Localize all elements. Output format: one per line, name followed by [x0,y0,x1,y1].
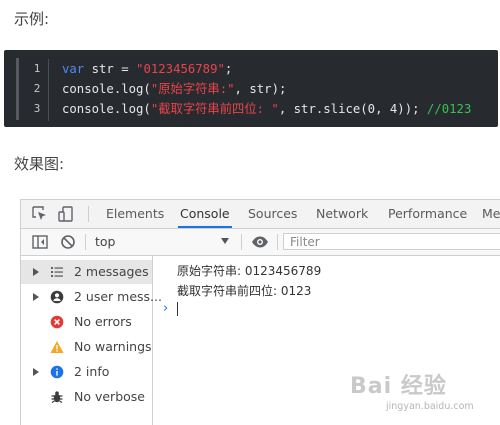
inspect-element-icon[interactable] [31,205,49,223]
error-icon [50,315,64,329]
line-number: 3 [33,102,41,115]
clear-console-icon[interactable] [59,233,77,251]
expand-arrow-icon[interactable] [33,268,39,276]
sidebar-item-info[interactable]: 2 info [21,360,152,384]
result-heading: 效果图: [14,155,65,173]
line-number: 2 [33,82,41,95]
tab-elements[interactable]: Elements [106,200,164,228]
toolbar-divider [241,234,242,250]
watermark-logo: Bai 经验 [350,374,447,399]
sidebar-item-label: 2 messages [74,264,149,279]
line-number: 1 [33,62,41,75]
line-numbers: 1 2 3 [26,59,49,121]
sidebar-item-label: 2 user mess... [74,289,162,304]
info-icon [50,365,64,379]
sidebar-item-messages[interactable]: 2 messages [21,260,152,284]
code-text: str = [84,62,137,76]
console-message: 截取字符串前四位: 0123 [177,284,312,298]
code-text: , str.slice(0, 4)); [278,102,427,116]
sidebar-item-label: No warnings [74,339,152,354]
code-comment: //0123 [426,102,472,116]
expand-arrow-icon[interactable] [33,368,39,376]
sidebar-toggle-icon[interactable] [31,233,49,251]
chevron-down-icon[interactable] [221,238,229,244]
sidebar-item-label: 2 info [74,364,110,379]
code-text: ; [224,62,233,76]
user-icon [50,290,64,304]
console-sidebar: 2 messages 2 user mess... No errors No w [21,256,162,425]
devtools-tabbar: Elements Console Sources Network Perform… [21,200,500,229]
bug-icon [51,391,63,404]
code-text: console.log( [62,82,151,96]
sidebar-item-user-messages[interactable]: 2 user mess... [21,285,162,309]
code-text: console.log( [62,102,151,116]
code-block: 1 2 3 var str = "0123456789"; console.lo… [4,50,498,127]
warning-icon [50,341,64,353]
toolbar-divider [85,234,86,250]
watermark-url: jingyan.baidu.com [386,401,474,412]
tab-performance[interactable]: Performance [388,200,467,228]
filter-input[interactable]: Filter [283,233,500,250]
list-icon [51,267,63,277]
code-line-1: var str = "0123456789"; [62,59,471,79]
sidebar-item-label: No errors [74,314,132,329]
watermark: Bai 经验 jingyan.baidu.com [350,368,474,412]
console-toolbar: top Filter [21,229,500,256]
eye-icon[interactable] [251,233,269,251]
sidebar-item-label: No verbose [74,389,145,404]
string-literal: "0123456789" [136,62,225,76]
sidebar-item-errors[interactable]: No errors [21,310,152,334]
keyword: var [62,62,85,76]
tab-console[interactable]: Console [178,200,232,228]
toolbar-divider [277,234,278,250]
tab-network[interactable]: Network [316,200,368,228]
console-output: 原始字符串: 0123456789 截取字符串前四位: 0123 › [153,256,500,425]
expand-arrow-icon[interactable] [33,293,39,301]
console-input[interactable] [177,302,178,316]
context-selector[interactable]: top [95,229,115,255]
device-toolbar-icon[interactable] [57,205,75,223]
code-line-3: console.log("截取字符串前四位: ", str.slice(0, 4… [62,99,471,119]
prompt-chevron-icon: › [163,301,169,316]
string-literal: "截取字符串前四位: " [150,102,279,116]
code-line-2: console.log("原始字符串:", str); [62,79,471,99]
sidebar-item-warnings[interactable]: No warnings [21,335,152,359]
gutter-bar [16,58,19,120]
console-message: 原始字符串: 0123456789 [177,264,322,278]
code-text: , str); [234,82,287,96]
sidebar-item-verbose[interactable]: No verbose [21,385,152,409]
example-heading: 示例: [14,10,50,28]
tab-sources[interactable]: Sources [248,200,297,228]
tab-memory[interactable]: Me [482,200,500,228]
string-literal: "原始字符串:" [150,82,235,96]
toolbar-divider [88,206,89,222]
